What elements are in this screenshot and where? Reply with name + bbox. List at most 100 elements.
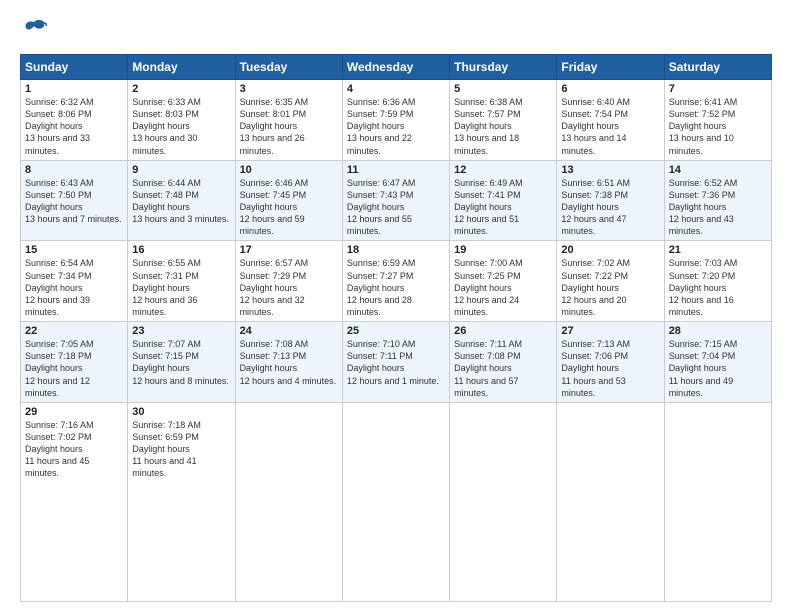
day-number: 7 <box>669 83 767 95</box>
day-number: 5 <box>454 83 552 95</box>
calendar-cell: 8Sunrise: 6:43 AMSunset: 7:50 PMDaylight… <box>21 160 128 241</box>
day-number: 20 <box>561 244 659 256</box>
day-number: 22 <box>25 325 123 337</box>
calendar-cell: 2Sunrise: 6:33 AMSunset: 8:03 PMDaylight… <box>128 80 235 161</box>
logo-icon <box>20 16 48 44</box>
day-number: 30 <box>132 406 230 418</box>
cell-details: Sunrise: 7:08 AMSunset: 7:13 PMDaylight … <box>240 338 338 387</box>
cell-details: Sunrise: 7:05 AMSunset: 7:18 PMDaylight … <box>25 338 123 399</box>
day-number: 27 <box>561 325 659 337</box>
cell-details: Sunrise: 6:44 AMSunset: 7:48 PMDaylight … <box>132 177 230 226</box>
day-number: 19 <box>454 244 552 256</box>
weekday-saturday: Saturday <box>664 55 771 80</box>
cell-details: Sunrise: 6:57 AMSunset: 7:29 PMDaylight … <box>240 257 338 318</box>
calendar-cell: 30Sunrise: 7:18 AMSunset: 6:59 PMDayligh… <box>128 402 235 601</box>
cell-details: Sunrise: 6:43 AMSunset: 7:50 PMDaylight … <box>25 177 123 226</box>
cell-details: Sunrise: 6:47 AMSunset: 7:43 PMDaylight … <box>347 177 445 238</box>
day-number: 16 <box>132 244 230 256</box>
calendar-cell <box>557 402 664 601</box>
weekday-header-row: SundayMondayTuesdayWednesdayThursdayFrid… <box>21 55 772 80</box>
calendar-cell <box>664 402 771 601</box>
weekday-sunday: Sunday <box>21 55 128 80</box>
cell-details: Sunrise: 6:46 AMSunset: 7:45 PMDaylight … <box>240 177 338 238</box>
cell-details: Sunrise: 7:18 AMSunset: 6:59 PMDaylight … <box>132 419 230 480</box>
day-number: 15 <box>25 244 123 256</box>
weekday-monday: Monday <box>128 55 235 80</box>
day-number: 10 <box>240 164 338 176</box>
day-number: 28 <box>669 325 767 337</box>
cell-details: Sunrise: 7:03 AMSunset: 7:20 PMDaylight … <box>669 257 767 318</box>
calendar-table: SundayMondayTuesdayWednesdayThursdayFrid… <box>20 54 772 602</box>
calendar-cell: 15Sunrise: 6:54 AMSunset: 7:34 PMDayligh… <box>21 241 128 322</box>
cell-details: Sunrise: 7:16 AMSunset: 7:02 PMDaylight … <box>25 419 123 480</box>
day-number: 3 <box>240 83 338 95</box>
day-number: 9 <box>132 164 230 176</box>
calendar-cell: 11Sunrise: 6:47 AMSunset: 7:43 PMDayligh… <box>342 160 449 241</box>
day-number: 26 <box>454 325 552 337</box>
cell-details: Sunrise: 6:49 AMSunset: 7:41 PMDaylight … <box>454 177 552 238</box>
calendar-cell: 21Sunrise: 7:03 AMSunset: 7:20 PMDayligh… <box>664 241 771 322</box>
day-number: 25 <box>347 325 445 337</box>
cell-details: Sunrise: 6:32 AMSunset: 8:06 PMDaylight … <box>25 96 123 157</box>
calendar-cell: 29Sunrise: 7:16 AMSunset: 7:02 PMDayligh… <box>21 402 128 601</box>
day-number: 8 <box>25 164 123 176</box>
calendar-cell: 12Sunrise: 6:49 AMSunset: 7:41 PMDayligh… <box>450 160 557 241</box>
calendar-cell: 3Sunrise: 6:35 AMSunset: 8:01 PMDaylight… <box>235 80 342 161</box>
calendar-cell: 17Sunrise: 6:57 AMSunset: 7:29 PMDayligh… <box>235 241 342 322</box>
day-number: 13 <box>561 164 659 176</box>
calendar-cell <box>235 402 342 601</box>
cell-details: Sunrise: 7:00 AMSunset: 7:25 PMDaylight … <box>454 257 552 318</box>
weekday-friday: Friday <box>557 55 664 80</box>
calendar-cell: 27Sunrise: 7:13 AMSunset: 7:06 PMDayligh… <box>557 322 664 403</box>
cell-details: Sunrise: 6:54 AMSunset: 7:34 PMDaylight … <box>25 257 123 318</box>
calendar-cell: 6Sunrise: 6:40 AMSunset: 7:54 PMDaylight… <box>557 80 664 161</box>
calendar-cell: 13Sunrise: 6:51 AMSunset: 7:38 PMDayligh… <box>557 160 664 241</box>
cell-details: Sunrise: 7:07 AMSunset: 7:15 PMDaylight … <box>132 338 230 387</box>
calendar-cell: 10Sunrise: 6:46 AMSunset: 7:45 PMDayligh… <box>235 160 342 241</box>
day-number: 18 <box>347 244 445 256</box>
cell-details: Sunrise: 6:38 AMSunset: 7:57 PMDaylight … <box>454 96 552 157</box>
day-number: 1 <box>25 83 123 95</box>
calendar-cell: 9Sunrise: 6:44 AMSunset: 7:48 PMDaylight… <box>128 160 235 241</box>
calendar-cell: 22Sunrise: 7:05 AMSunset: 7:18 PMDayligh… <box>21 322 128 403</box>
week-row-2: 8Sunrise: 6:43 AMSunset: 7:50 PMDaylight… <box>21 160 772 241</box>
day-number: 24 <box>240 325 338 337</box>
weekday-wednesday: Wednesday <box>342 55 449 80</box>
calendar-cell: 26Sunrise: 7:11 AMSunset: 7:08 PMDayligh… <box>450 322 557 403</box>
day-number: 11 <box>347 164 445 176</box>
calendar-cell: 28Sunrise: 7:15 AMSunset: 7:04 PMDayligh… <box>664 322 771 403</box>
calendar-cell: 5Sunrise: 6:38 AMSunset: 7:57 PMDaylight… <box>450 80 557 161</box>
calendar-cell: 16Sunrise: 6:55 AMSunset: 7:31 PMDayligh… <box>128 241 235 322</box>
day-number: 21 <box>669 244 767 256</box>
header <box>20 16 772 44</box>
calendar-cell: 23Sunrise: 7:07 AMSunset: 7:15 PMDayligh… <box>128 322 235 403</box>
week-row-5: 29Sunrise: 7:16 AMSunset: 7:02 PMDayligh… <box>21 402 772 601</box>
cell-details: Sunrise: 6:36 AMSunset: 7:59 PMDaylight … <box>347 96 445 157</box>
cell-details: Sunrise: 7:02 AMSunset: 7:22 PMDaylight … <box>561 257 659 318</box>
calendar-cell: 1Sunrise: 6:32 AMSunset: 8:06 PMDaylight… <box>21 80 128 161</box>
week-row-1: 1Sunrise: 6:32 AMSunset: 8:06 PMDaylight… <box>21 80 772 161</box>
cell-details: Sunrise: 6:35 AMSunset: 8:01 PMDaylight … <box>240 96 338 157</box>
cell-details: Sunrise: 7:11 AMSunset: 7:08 PMDaylight … <box>454 338 552 399</box>
cell-details: Sunrise: 6:59 AMSunset: 7:27 PMDaylight … <box>347 257 445 318</box>
calendar-cell: 24Sunrise: 7:08 AMSunset: 7:13 PMDayligh… <box>235 322 342 403</box>
cell-details: Sunrise: 7:15 AMSunset: 7:04 PMDaylight … <box>669 338 767 399</box>
cell-details: Sunrise: 6:41 AMSunset: 7:52 PMDaylight … <box>669 96 767 157</box>
calendar-cell: 4Sunrise: 6:36 AMSunset: 7:59 PMDaylight… <box>342 80 449 161</box>
calendar-cell: 18Sunrise: 6:59 AMSunset: 7:27 PMDayligh… <box>342 241 449 322</box>
calendar-cell <box>342 402 449 601</box>
day-number: 17 <box>240 244 338 256</box>
day-number: 2 <box>132 83 230 95</box>
day-number: 14 <box>669 164 767 176</box>
day-number: 6 <box>561 83 659 95</box>
page: SundayMondayTuesdayWednesdayThursdayFrid… <box>0 0 792 612</box>
logo <box>20 16 52 44</box>
day-number: 4 <box>347 83 445 95</box>
weekday-tuesday: Tuesday <box>235 55 342 80</box>
cell-details: Sunrise: 7:10 AMSunset: 7:11 PMDaylight … <box>347 338 445 387</box>
cell-details: Sunrise: 7:13 AMSunset: 7:06 PMDaylight … <box>561 338 659 399</box>
weekday-thursday: Thursday <box>450 55 557 80</box>
calendar-cell: 20Sunrise: 7:02 AMSunset: 7:22 PMDayligh… <box>557 241 664 322</box>
day-number: 29 <box>25 406 123 418</box>
calendar-cell: 19Sunrise: 7:00 AMSunset: 7:25 PMDayligh… <box>450 241 557 322</box>
